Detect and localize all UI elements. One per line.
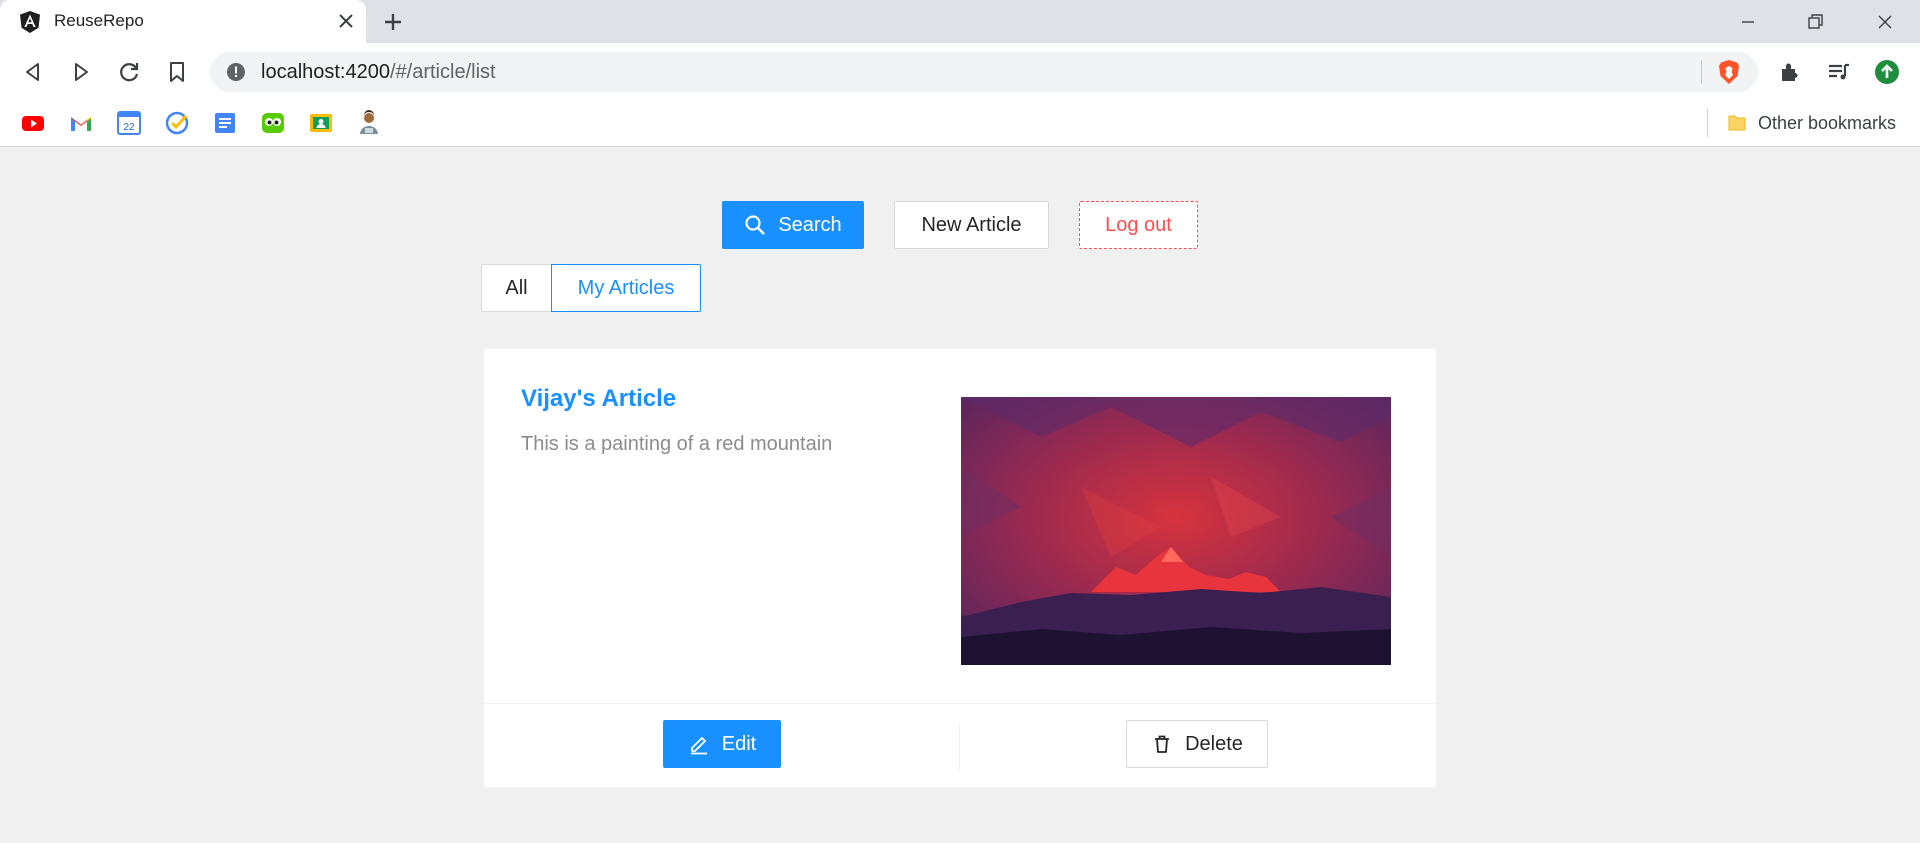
reload-icon[interactable]: [114, 57, 144, 87]
article-list-page: Search New Article Log out All My Articl…: [0, 148, 1920, 843]
forward-icon[interactable]: [66, 57, 96, 87]
back-icon[interactable]: [18, 57, 48, 87]
article-description: This is a painting of a red mountain: [521, 433, 833, 455]
update-icon[interactable]: [1872, 57, 1902, 87]
article-card: Vijay's Article This is a painting of a …: [483, 348, 1437, 788]
search-icon: [745, 215, 766, 235]
delete-button[interactable]: Delete: [1126, 720, 1268, 768]
minimize-icon[interactable]: [1734, 8, 1762, 36]
folder-icon: [1728, 115, 1746, 131]
bookmarks-bar: 22 Other bookmarks: [0, 101, 1920, 147]
browser-titlebar: ReuseRepo: [0, 0, 1920, 43]
browser-toolbar: localhost:4200/#/article/list: [0, 43, 1920, 101]
media-controls-icon[interactable]: [1824, 57, 1854, 87]
search-button-label: Search: [778, 213, 842, 236]
tasks-icon[interactable]: [164, 110, 190, 136]
url-text[interactable]: localhost:4200/#/article/list: [261, 61, 496, 84]
youtube-icon[interactable]: [20, 110, 46, 136]
url-path: /#/article/list: [389, 61, 496, 83]
url-host: localhost:4200: [261, 61, 390, 83]
other-bookmarks[interactable]: Other bookmarks: [1726, 112, 1896, 134]
extensions-icon[interactable]: [1776, 57, 1806, 87]
logout-button-label: Log out: [1105, 213, 1172, 236]
brave-shield-icon[interactable]: [1716, 59, 1742, 85]
plus-icon[interactable]: [380, 9, 406, 35]
logout-button[interactable]: Log out: [1079, 201, 1198, 249]
filter-all[interactable]: All: [481, 264, 552, 312]
edit-button-label: Edit: [721, 732, 757, 755]
tab-title: ReuseRepo: [54, 11, 144, 30]
calendar-icon[interactable]: 22: [116, 110, 142, 136]
classroom-icon[interactable]: [308, 110, 334, 136]
close-icon[interactable]: [334, 9, 358, 33]
angular-icon: [20, 11, 40, 33]
other-bookmarks-label: Other bookmarks: [1758, 112, 1897, 133]
duolingo-icon[interactable]: [260, 110, 286, 136]
docs-icon[interactable]: [212, 110, 238, 136]
search-button[interactable]: Search: [722, 201, 864, 249]
delete-button-label: Delete: [1185, 732, 1243, 755]
gmail-icon[interactable]: [68, 110, 94, 136]
article-actions: Edit Delete: [484, 703, 1436, 788]
filter-my-articles-label: My Articles: [577, 276, 675, 299]
new-article-button-label: New Article: [921, 213, 1022, 236]
avatar-icon[interactable]: [356, 110, 382, 136]
browser-tab[interactable]: ReuseRepo: [0, 0, 366, 43]
edit-button[interactable]: Edit: [663, 720, 781, 768]
svg-text:22: 22: [123, 122, 135, 133]
info-icon[interactable]: [226, 62, 246, 82]
filter-all-label: All: [505, 276, 528, 299]
trash-icon: [1155, 735, 1170, 753]
divider: [1701, 60, 1702, 84]
article-title[interactable]: Vijay's Article: [521, 385, 676, 413]
edit-icon: [690, 737, 707, 755]
new-article-button[interactable]: New Article: [894, 201, 1049, 249]
bookmark-icon[interactable]: [162, 57, 192, 87]
divider: [1707, 109, 1708, 137]
window-close-icon[interactable]: [1871, 8, 1899, 36]
article-image: [961, 397, 1391, 665]
filter-my-articles[interactable]: My Articles: [551, 264, 701, 312]
restore-icon[interactable]: [1801, 8, 1829, 36]
divider: [959, 724, 960, 770]
address-bar[interactable]: localhost:4200/#/article/list: [210, 52, 1758, 92]
